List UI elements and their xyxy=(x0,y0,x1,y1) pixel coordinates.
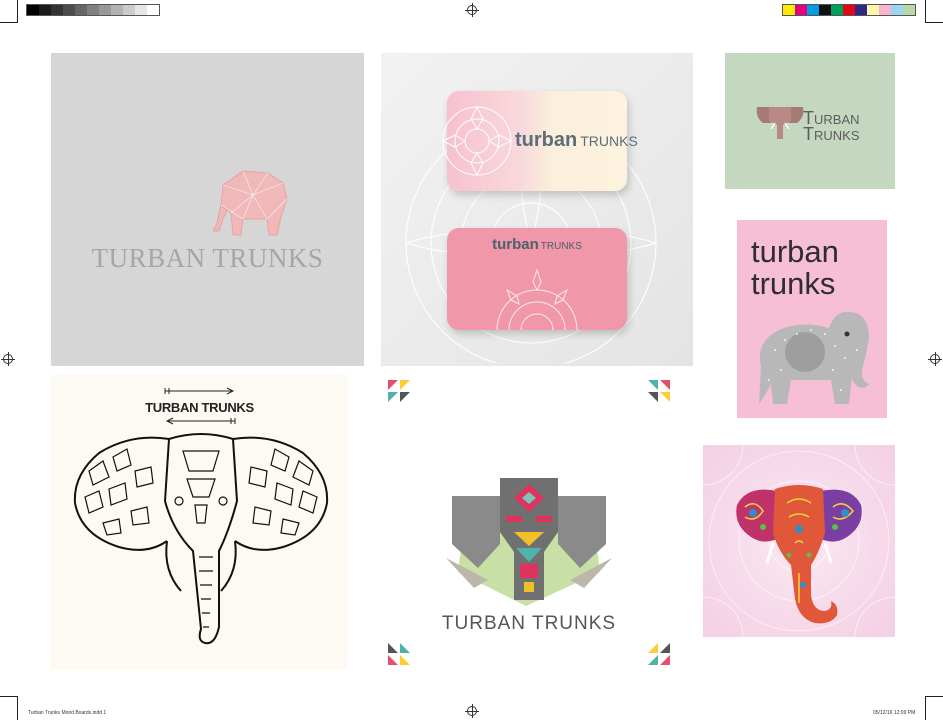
color-swatch xyxy=(87,5,99,15)
card-logo-word-2: TRUNKS xyxy=(580,133,638,149)
color-swatch xyxy=(807,5,819,15)
crop-mark xyxy=(17,697,18,720)
crop-mark xyxy=(17,0,18,22)
slug-datetime: 05/12/16 12:09 PM xyxy=(873,710,916,716)
color-swatch xyxy=(831,5,843,15)
card-back-logo: turban TRUNKS xyxy=(447,236,627,254)
tribal-elephant-icon xyxy=(73,433,329,645)
registration-mark-icon xyxy=(928,352,942,366)
color-swatch xyxy=(147,5,159,15)
geometric-wordmark: TURBAN TRUNKS xyxy=(441,613,617,634)
crop-mark xyxy=(925,22,943,23)
color-swatch xyxy=(39,5,51,15)
color-swatch xyxy=(75,5,87,15)
crop-mark xyxy=(925,0,926,22)
crop-mark xyxy=(925,696,943,697)
color-swatch xyxy=(819,5,831,15)
crop-mark xyxy=(0,22,18,23)
crop-mark xyxy=(925,697,926,720)
color-swatch xyxy=(99,5,111,15)
registration-mark-icon xyxy=(1,352,15,366)
pink-wordmark-line-2: trunks xyxy=(751,266,836,301)
corner-triangle-icon xyxy=(388,643,410,665)
mood-tile-geometric-logo: TURBAN TRUNKS xyxy=(388,380,670,665)
color-swatch xyxy=(51,5,63,15)
paisley-elephant-icon xyxy=(736,485,862,624)
dotted-elephant-icon xyxy=(759,311,869,404)
geometric-elephant-logo-icon xyxy=(446,478,612,606)
color-swatch xyxy=(855,5,867,15)
color-swatch xyxy=(843,5,855,15)
color-swatch xyxy=(111,5,123,15)
mood-tile-pink-elephant: turban trunks xyxy=(737,220,887,418)
color-swatch xyxy=(783,5,795,15)
color-swatch xyxy=(867,5,879,15)
card-logo-word-2: TRUNKS xyxy=(540,241,582,252)
registration-mark-icon xyxy=(465,704,479,718)
corner-triangle-icon xyxy=(388,380,410,402)
registration-mark-icon xyxy=(465,3,479,17)
crop-mark xyxy=(0,696,18,697)
brand-wordmark: TURBAN TRUNKS xyxy=(91,243,324,273)
process-color-bar xyxy=(782,4,916,16)
mood-tile-geometric-elephant: TURBAN TRUNKS xyxy=(51,53,364,366)
color-swatch xyxy=(879,5,891,15)
arrow-ornament-icon xyxy=(165,417,236,425)
mandala-icon xyxy=(496,268,578,330)
color-swatch xyxy=(63,5,75,15)
card-logo-word-1: turban xyxy=(515,129,578,151)
card-logo-word-1: turban xyxy=(492,236,539,253)
card-front-logo: turban TRUNKS xyxy=(515,129,638,152)
pink-wordmark-line-1: turban xyxy=(751,234,839,269)
grayscale-color-bar xyxy=(26,4,160,16)
mood-tile-tribal-elephant: TURBAN TRUNKS xyxy=(51,375,348,670)
color-swatch xyxy=(903,5,915,15)
logo-word-1: URBAN xyxy=(814,112,860,127)
green-logo-text: TURBAN TRUNKS xyxy=(803,108,860,144)
tribal-wordmark: TURBAN TRUNKS xyxy=(145,400,254,415)
mood-tile-paisley-elephant xyxy=(703,445,895,637)
business-card-front: turban TRUNKS xyxy=(441,91,638,191)
color-swatch xyxy=(135,5,147,15)
logo-word-2: RUNKS xyxy=(814,128,860,143)
color-swatch xyxy=(123,5,135,15)
corner-triangle-icon xyxy=(648,643,670,665)
business-card-back: turban TRUNKS xyxy=(447,228,627,330)
color-swatch xyxy=(795,5,807,15)
elephant-head-icon xyxy=(756,107,804,139)
color-swatch xyxy=(27,5,39,15)
mood-tile-business-cards: turban TRUNKS turban TRUNKS xyxy=(381,53,693,366)
slug-filename: Turban Trunks Mood Boards.indd 1 xyxy=(28,710,107,716)
mood-tile-green-logo: TURBAN TRUNKS xyxy=(725,53,895,189)
color-swatch xyxy=(891,5,903,15)
geometric-elephant-icon xyxy=(213,170,288,236)
arrow-ornament-icon xyxy=(164,387,235,395)
corner-triangle-icon xyxy=(648,380,670,402)
